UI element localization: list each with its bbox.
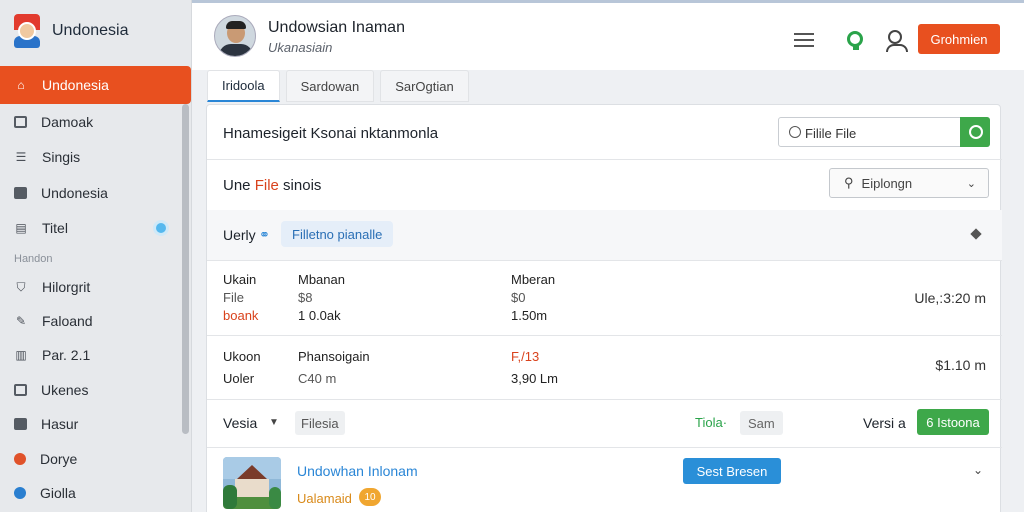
chevron-down-icon: ⌄ [966,178,976,190]
link-icon: ⚭ [259,227,270,242]
sidebar-item-label: Giolla [40,485,76,501]
tab-sarogtian[interactable]: SarOgtian [380,70,469,102]
chevron-down-icon[interactable]: ⌄ [973,463,983,477]
table-icon: ▤ [15,221,27,235]
sidebar-item-dorye[interactable]: Dorye [0,445,180,473]
globe-icon [14,487,26,499]
sidebar-item-label: Faloand [42,313,93,329]
user-name: Undowsian Inaman [268,19,405,36]
verify-label: Uerly [223,227,256,243]
table-row-1-value: Ule,:3:20 m [914,290,986,306]
table-row-2-value: $1.10 m [935,357,986,373]
item-thumbnail[interactable] [223,457,281,509]
clock-icon [789,126,801,138]
sidebar-item-hasur[interactable]: Hasur [0,410,180,438]
sidebar-item-label: Damoak [41,114,94,130]
table-row-2-col3: F,/13 3,90 Lm [511,349,558,386]
wrench-icon: ✎ [15,314,27,328]
sam-chip[interactable]: Sam [740,411,783,435]
shield-icon: ⛉ [16,279,26,294]
search-input[interactable] [805,123,955,143]
divider [207,399,1002,400]
sidebar-item-singis[interactable]: ☰ Singis [0,143,180,171]
divider [207,260,1002,261]
item-subtitle: Ualamaid [297,491,352,506]
divider [207,447,1002,448]
filter-chip[interactable]: Filletno pianalle [281,221,394,247]
brand-logo-icon [12,14,42,48]
panel-title: Hnamesigeit Ksonai nktanmonla [223,125,439,142]
document-icon [14,116,27,128]
main-panel: Hnamesigeit Ksonai nktanmonla Une File s… [206,104,1002,512]
header-action-button[interactable]: Grohmien [918,24,1000,54]
table-row-1-col1: Ukain File boank [223,272,259,323]
folder-icon [14,187,27,199]
home-icon: ⌂ [17,78,25,92]
notification-dot [156,223,166,233]
header: Undowsian Inaman Ukanasiain Grohmien [192,0,1024,70]
sidebar-item-damoak[interactable]: Damoak [0,108,180,136]
table-row-2-col1: Ukoon Uoler [223,349,261,386]
list-icon: ☰ [15,150,27,164]
item-title[interactable]: Undowhan Inlonam [297,463,418,479]
item-badge: 10 [359,488,381,506]
sidebar-item-label: Singis [42,149,81,165]
table-row-1-col3: Mberan $0 1.50m [511,272,556,323]
location-icon[interactable] [847,31,863,50]
versia-label: Versi a [863,415,906,431]
sidebar-section-label: Handon [14,253,53,265]
filter-dropdown[interactable]: ⚲ Eiplongn ⌄ [829,168,989,198]
divider [207,159,1002,160]
sidebar-item-ukenes[interactable]: Ukenes [0,376,180,404]
flower-icon [14,453,26,465]
search-submit-button[interactable] [960,117,990,147]
sidebar-item-active[interactable]: ⌂ Undonesia [0,66,191,104]
tab-bar: Iridoola Sardowan SarOgtian [207,70,469,102]
brand-name: Undonesia [52,22,129,39]
sort-icon[interactable] [970,228,982,240]
search-box [778,117,990,147]
sidebar-item-giolla[interactable]: Giolla [0,479,180,507]
sidebar-item-label: Hilorgrit [42,279,91,295]
user-subtitle: Ukanasiain [268,40,333,55]
sidebar-item-label: Par. 2.1 [42,347,91,363]
sidebar-item-label: Titel [42,220,68,236]
status-label: Tiola· [695,415,728,430]
sidebar-item-label: Hasur [41,416,79,432]
sidebar-item-label: Ukenes [41,382,89,398]
brand[interactable]: Undonesia [12,14,129,48]
sidebar-item-label: Undonesia [42,77,109,93]
divider [207,335,1002,336]
item-action-button[interactable]: Sest Bresen [683,458,781,484]
box-icon [14,418,27,430]
sidebar: Undonesia ⌂ Undonesia Damoak ☰ Singis Un… [0,0,192,512]
chevron-down-icon[interactable]: ▼ [269,417,279,428]
search-icon: ⚲ [844,175,854,190]
filter-dropdown-value: Eiplongn [861,175,913,191]
user-icon[interactable] [886,30,908,52]
avatar[interactable] [214,15,256,57]
edit-icon [14,384,27,396]
sidebar-scrollbar[interactable] [182,104,189,434]
sidebar-item-titel[interactable]: ▤ Titel [0,214,180,242]
verify-row: Uerly ⚭ Filletno pianalle [207,210,1002,260]
version-label: Vesia [223,415,258,431]
sidebar-item-label: Dorye [40,451,78,467]
section-title: Une File sinois [223,177,322,194]
sidebar-item-par[interactable]: ▥ Par. 2.1 [0,341,180,369]
version-chip[interactable]: Filesia [295,411,345,435]
menu-icon[interactable] [794,33,814,51]
table-row-1-col2: Mbanan $8 1 0.0ak [298,272,345,323]
sidebar-item-faloand[interactable]: ✎ Faloand [0,307,180,335]
version-action-button[interactable]: 6 Istoona [917,409,989,435]
sidebar-item-label: Undonesia [41,185,108,201]
chart-icon: ▥ [15,348,27,362]
sidebar-item-undonesia[interactable]: Undonesia [0,179,180,207]
table-row-2-col2: Phansoigain C40 m [298,349,370,386]
tab-sardowan[interactable]: Sardowan [285,70,375,102]
tab-iridoola[interactable]: Iridoola [207,70,280,102]
sidebar-item-hilorgrit[interactable]: ⛉ Hilorgrit [0,273,180,301]
